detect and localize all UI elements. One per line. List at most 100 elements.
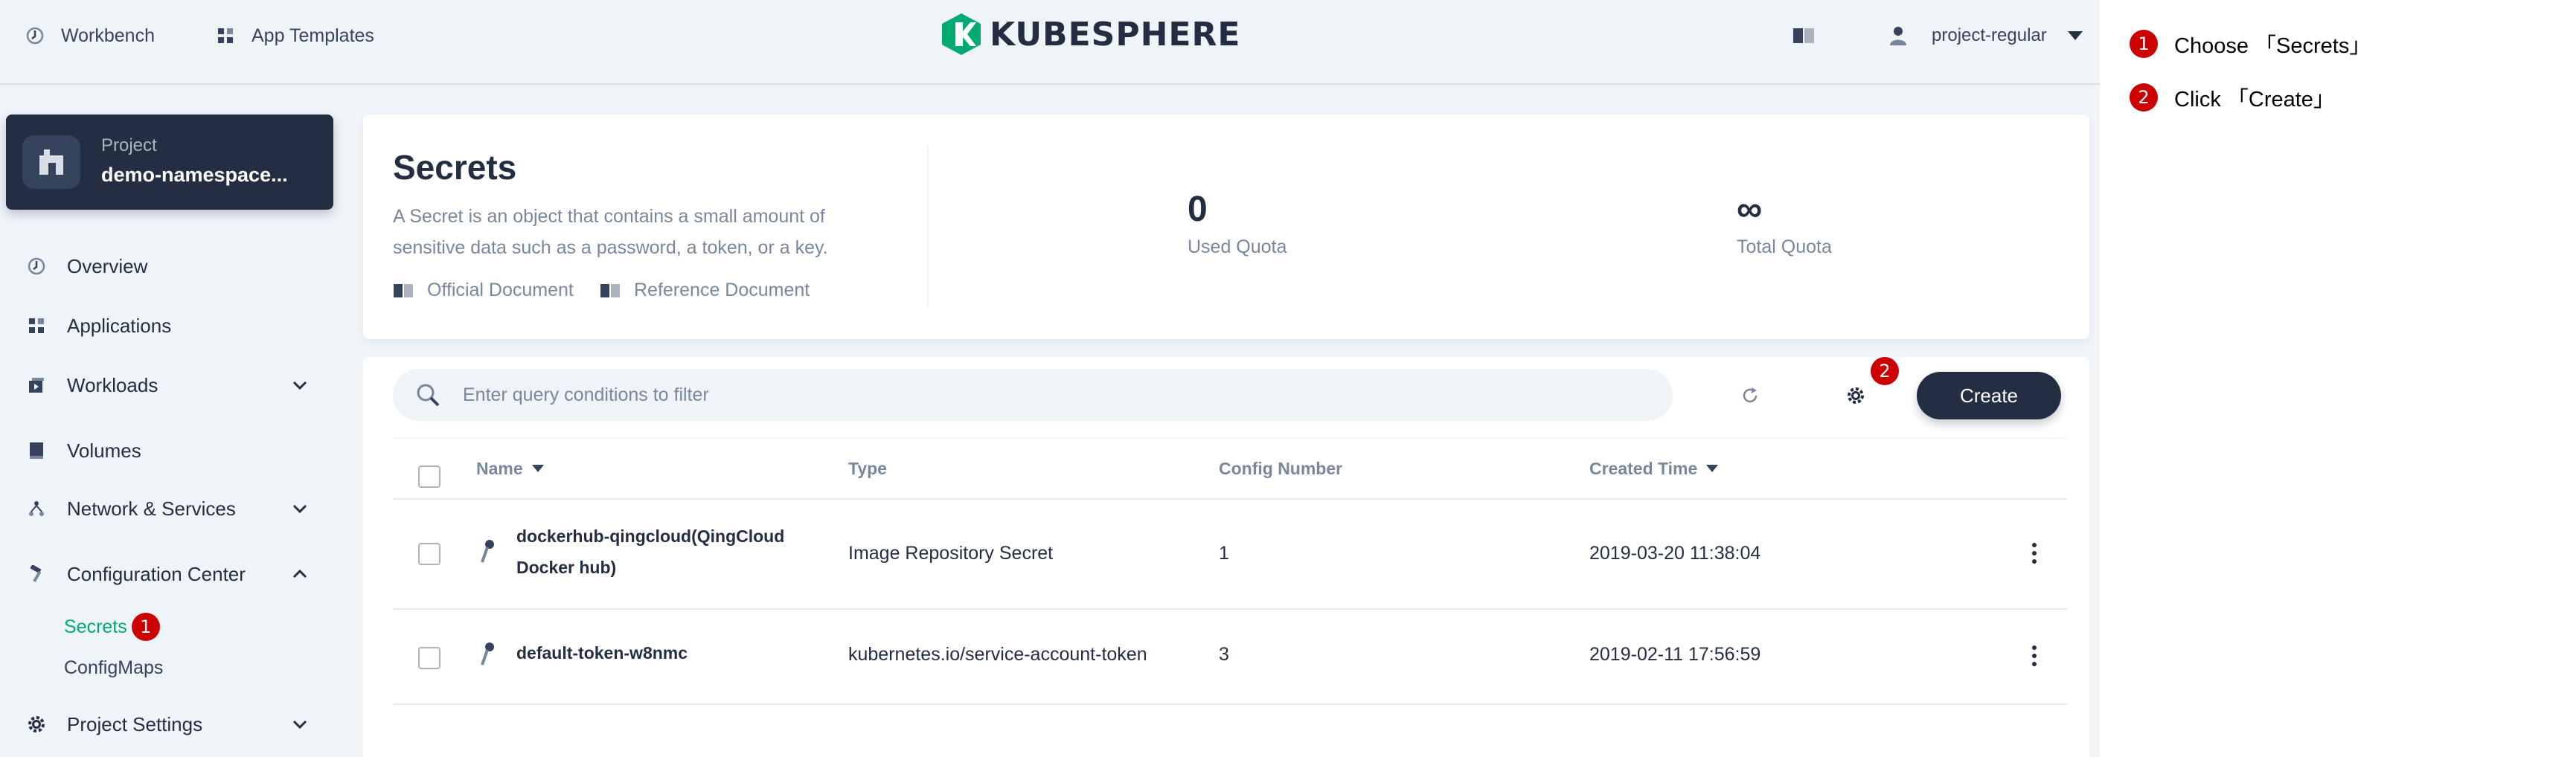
search-input[interactable] bbox=[461, 383, 1580, 407]
secret-type: Image Repository Secret bbox=[848, 542, 1054, 564]
used-quota-label: Used Quota bbox=[1188, 236, 1287, 257]
page-title: Secrets bbox=[393, 148, 517, 187]
sidebar-item-project-settings[interactable]: Project Settings bbox=[27, 709, 202, 739]
table-header: Name Type Config Number Created Time bbox=[393, 437, 2067, 500]
network-icon bbox=[27, 499, 46, 518]
sidebar-item-label: Applications bbox=[67, 314, 172, 337]
sidebar-subitem-label: ConfigMaps bbox=[64, 657, 164, 678]
kubesphere-logo[interactable]: KUBESPHERE bbox=[941, 10, 1240, 58]
column-name-header[interactable]: Name bbox=[476, 439, 544, 498]
column-type-header: Type bbox=[848, 439, 887, 498]
sidebar-item-label: Overview bbox=[67, 254, 148, 277]
project-icon bbox=[22, 135, 80, 189]
total-quota-value: ∞ bbox=[1737, 190, 1763, 229]
sidebar-item-label: Project Settings bbox=[67, 712, 203, 735]
documentation-icon[interactable] bbox=[1789, 21, 1819, 51]
official-document-link[interactable]: Official Document bbox=[393, 280, 574, 301]
key-icon bbox=[479, 641, 497, 670]
sidebar-item-label: Volumes bbox=[67, 439, 141, 462]
secret-created-time: 2019-02-11 17:56:59 bbox=[1589, 643, 1761, 665]
table-row[interactable]: default-token-w8nmc kubernetes.io/servic… bbox=[393, 608, 2067, 705]
project-label: Project bbox=[101, 135, 157, 155]
book-icon bbox=[600, 282, 621, 300]
select-all-checkbox[interactable] bbox=[418, 466, 440, 488]
app-grid-icon bbox=[216, 26, 235, 45]
sidebar-subitem-secrets[interactable]: Secrets 1 bbox=[64, 613, 160, 641]
volume-icon bbox=[27, 441, 46, 460]
step-2-instruction: 2 Click 「Create」 bbox=[2130, 82, 2335, 113]
sidebar-subitem-label: Secrets bbox=[64, 616, 127, 637]
sidebar-item-configuration-center[interactable]: Configuration Center bbox=[27, 559, 246, 589]
step-text: Click 「Create」 bbox=[2174, 88, 2335, 112]
kubesphere-console: Workbench App Templates KUBESPHERE proje… bbox=[0, 0, 2100, 757]
sidebar-item-label: Network & Services bbox=[67, 497, 236, 520]
search-bar[interactable] bbox=[393, 369, 1673, 421]
user-name: project-regular bbox=[1932, 25, 2047, 45]
sidebar-item-label: Workloads bbox=[67, 373, 158, 396]
secret-type: kubernetes.io/service-account-token bbox=[848, 643, 1147, 665]
user-icon bbox=[1890, 26, 1909, 45]
app-templates-link[interactable]: App Templates bbox=[216, 21, 374, 51]
chevron-down-icon[interactable] bbox=[292, 709, 308, 739]
refresh-icon[interactable] bbox=[1735, 381, 1765, 410]
chevron-down-icon[interactable] bbox=[292, 370, 308, 400]
row-checkbox[interactable] bbox=[418, 543, 440, 565]
create-button[interactable]: Create bbox=[1917, 372, 2061, 419]
column-config-number-header: Config Number bbox=[1219, 439, 1342, 498]
reference-document-link[interactable]: Reference Document bbox=[600, 280, 810, 301]
more-actions-icon[interactable] bbox=[2027, 538, 2042, 568]
secret-created-time: 2019-03-20 11:38:04 bbox=[1589, 542, 1761, 564]
total-quota-label: Total Quota bbox=[1737, 236, 1832, 257]
gear-icon bbox=[27, 715, 46, 734]
row-checkbox[interactable] bbox=[418, 647, 440, 669]
more-actions-icon[interactable] bbox=[2027, 641, 2042, 671]
workloads-icon bbox=[27, 376, 46, 395]
user-menu[interactable]: project-regular bbox=[1890, 21, 2083, 51]
table-row[interactable]: dockerhub-qingcloud(QingCloud Docker hub… bbox=[393, 498, 2067, 610]
top-navigation-bar: Workbench App Templates KUBESPHERE proje… bbox=[0, 0, 2100, 85]
dashboard-icon bbox=[27, 257, 46, 276]
column-label: Config Number bbox=[1219, 458, 1343, 478]
secret-config-number: 3 bbox=[1219, 643, 1229, 665]
secret-name[interactable]: default-token-w8nmc bbox=[516, 638, 688, 668]
total-quota: ∞ Total Quota bbox=[1737, 189, 1832, 258]
logo-text: KUBESPHERE bbox=[990, 15, 1241, 54]
step-badge: 1 bbox=[2130, 30, 2158, 58]
hammer-icon bbox=[27, 564, 46, 584]
step-1-instruction: 1 Choose 「Secrets」 bbox=[2130, 28, 2371, 59]
book-icon bbox=[393, 282, 414, 300]
step-text: Choose 「Secrets」 bbox=[2174, 34, 2371, 58]
sidebar-item-label: Configuration Center bbox=[67, 562, 246, 585]
search-icon bbox=[415, 382, 440, 408]
chevron-up-icon[interactable] bbox=[292, 559, 308, 589]
sidebar-item-volumes[interactable]: Volumes bbox=[27, 436, 141, 466]
gear-icon[interactable] bbox=[1841, 381, 1871, 410]
sort-caret-icon bbox=[1706, 465, 1719, 472]
sort-caret-icon bbox=[531, 465, 544, 472]
kubesphere-logo-icon bbox=[942, 13, 981, 55]
sidebar-item-network-services[interactable]: Network & Services bbox=[27, 494, 236, 524]
sidebar-item-workloads[interactable]: Workloads bbox=[27, 370, 158, 400]
secrets-table-card: 2 Create Name Type Config Number Created… bbox=[363, 357, 2089, 757]
sidebar-subitem-configmaps[interactable]: ConfigMaps bbox=[64, 654, 163, 681]
secret-config-number: 1 bbox=[1219, 542, 1229, 564]
annotation-badge-2: 2 bbox=[1871, 357, 1899, 385]
reference-document-label: Reference Document bbox=[634, 280, 810, 300]
workbench-link[interactable]: Workbench bbox=[25, 21, 155, 51]
key-icon bbox=[479, 538, 497, 567]
app-grid-icon bbox=[27, 316, 46, 335]
caret-down-icon bbox=[2067, 31, 2083, 40]
page-description: A Secret is an object that contains a sm… bbox=[393, 206, 828, 258]
column-label: Created Time bbox=[1589, 458, 1698, 478]
column-label: Name bbox=[476, 458, 523, 478]
used-quota-value: 0 bbox=[1188, 190, 1208, 229]
sidebar-item-applications[interactable]: Applications bbox=[27, 311, 171, 341]
column-label: Type bbox=[848, 458, 887, 478]
chevron-down-icon[interactable] bbox=[292, 494, 308, 524]
column-created-time-header[interactable]: Created Time bbox=[1589, 439, 1719, 498]
secret-name[interactable]: dockerhub-qingcloud(QingCloud Docker hub… bbox=[516, 521, 829, 583]
official-document-label: Official Document bbox=[427, 280, 574, 300]
used-quota: 0 Used Quota bbox=[1188, 189, 1287, 258]
project-selector[interactable]: Project demo-namespace... bbox=[6, 115, 333, 210]
sidebar-item-overview[interactable]: Overview bbox=[27, 251, 147, 281]
